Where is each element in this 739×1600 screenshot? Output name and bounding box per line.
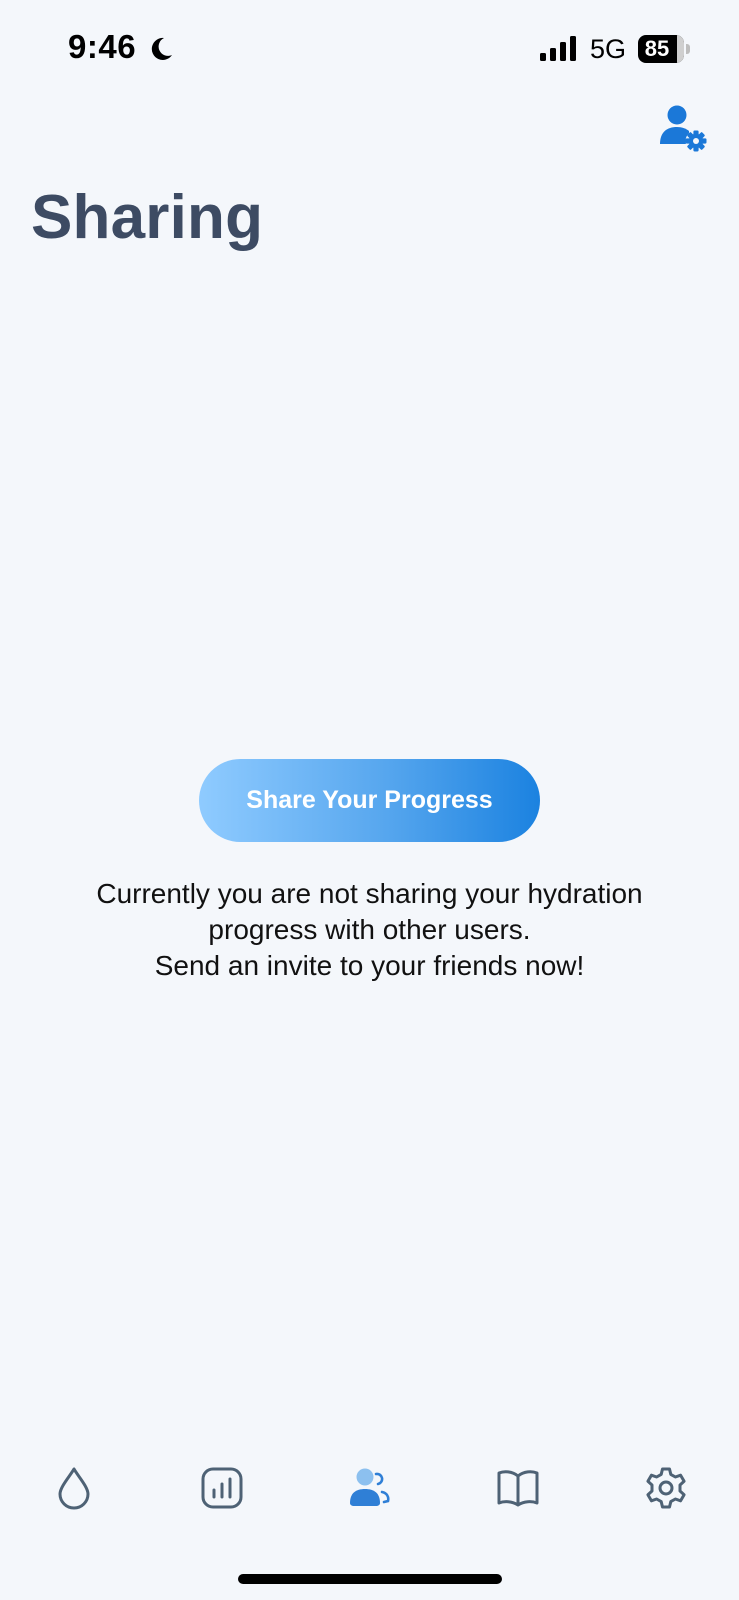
tab-statistics[interactable]	[182, 1452, 262, 1524]
tab-water[interactable]	[34, 1452, 114, 1524]
message-line: Currently you are not sharing your hydra…	[96, 878, 643, 909]
battery-percent: 85	[644, 36, 670, 61]
home-indicator[interactable]	[238, 1574, 502, 1584]
water-drop-icon	[58, 1467, 90, 1510]
moon-icon	[151, 37, 172, 60]
person-gear-icon	[660, 105, 707, 152]
message-line: progress with other users.	[208, 914, 531, 945]
message-line: Send an invite to your friends now!	[154, 950, 585, 981]
battery-cap	[686, 44, 690, 54]
battery-body: 85	[638, 35, 684, 63]
battery-empty-portion	[677, 35, 684, 63]
tab-sharing[interactable]	[330, 1452, 410, 1524]
share-progress-button[interactable]: Share Your Progress	[199, 759, 540, 842]
account-settings-button[interactable]	[658, 104, 714, 156]
tab-learn[interactable]	[478, 1452, 558, 1524]
page-title: Sharing	[31, 183, 264, 252]
cellular-signal-icon	[540, 36, 576, 61]
battery-icon: 85	[638, 35, 690, 63]
open-book-icon	[497, 1470, 539, 1507]
tab-bar	[0, 1452, 739, 1532]
status-time: 9:46	[68, 28, 137, 65]
tab-settings[interactable]	[626, 1452, 706, 1524]
people-sharing-icon	[350, 1468, 390, 1506]
bar-chart-icon	[201, 1467, 243, 1509]
empty-state-message: Currently you are not sharing your hydra…	[40, 876, 699, 984]
status-bar: 9:46 5G 85	[0, 0, 739, 100]
network-type: 5G	[590, 34, 627, 64]
gear-icon	[646, 1467, 686, 1509]
